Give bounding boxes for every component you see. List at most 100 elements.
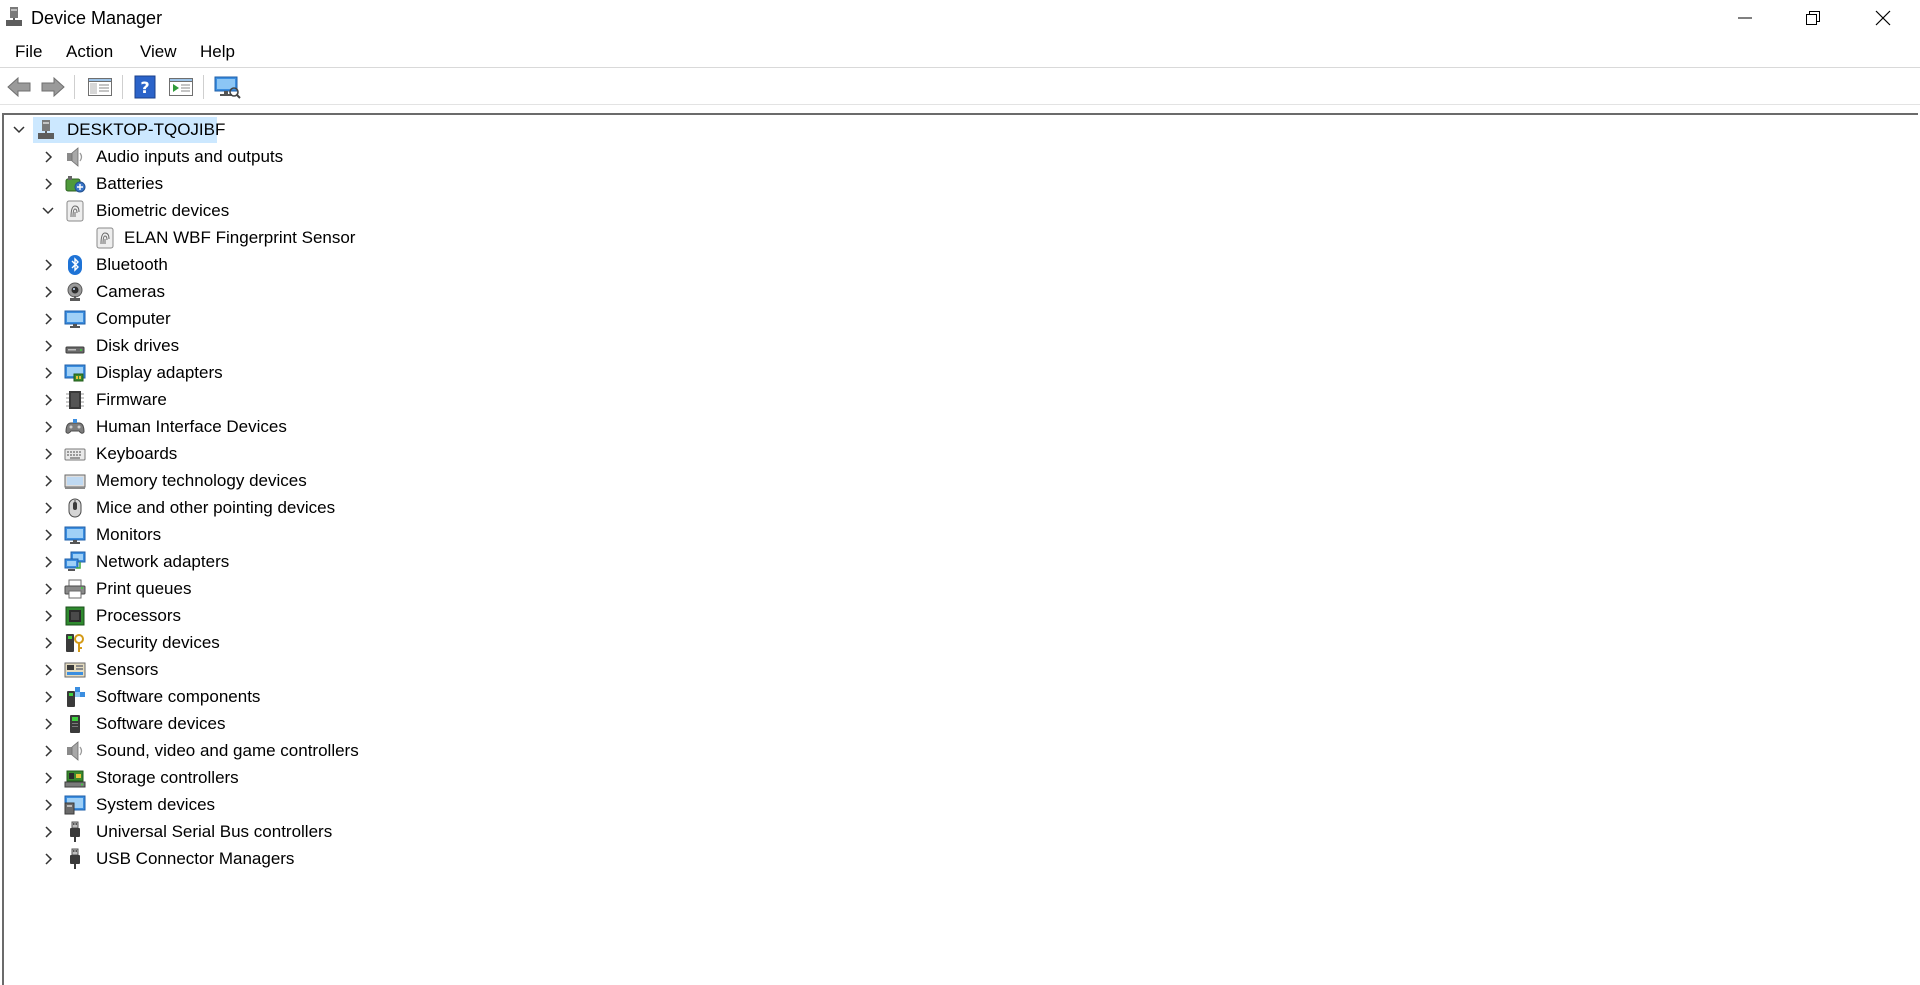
chevron-right-icon[interactable] <box>41 582 55 596</box>
menu-view[interactable]: View <box>138 42 179 62</box>
tree-item-label: Memory technology devices <box>96 471 307 490</box>
tree-item-mice-and-other-pointing-devices[interactable]: Mice and other pointing devices <box>0 495 420 521</box>
chevron-right-icon[interactable] <box>41 852 55 866</box>
tree-item-storage-controllers[interactable]: Storage controllers <box>0 765 420 791</box>
tree-item-monitors[interactable]: Monitors <box>0 522 420 548</box>
minimize-button[interactable] <box>1710 0 1780 36</box>
chevron-right-icon[interactable] <box>41 393 55 407</box>
chevron-right-icon[interactable] <box>41 339 55 353</box>
minimize-icon <box>1738 17 1752 19</box>
firmware-icon <box>66 391 84 409</box>
tree-item-firmware[interactable]: Firmware <box>0 387 420 413</box>
tree-device-elan-wbf-fingerprint-sensor[interactable]: ELAN WBF Fingerprint Sensor <box>0 225 420 251</box>
chevron-right-icon[interactable] <box>41 609 55 623</box>
menu-file[interactable]: File <box>13 42 44 62</box>
mouse-icon <box>68 498 82 518</box>
chevron-right-icon[interactable] <box>41 366 55 380</box>
forward-button[interactable] <box>39 74 67 100</box>
battery-icon <box>65 176 86 193</box>
chevron-right-icon[interactable] <box>41 771 55 785</box>
chevron-right-icon[interactable] <box>41 717 55 731</box>
tree-item-human-interface-devices[interactable]: Human Interface Devices <box>0 414 420 440</box>
tree-item-batteries[interactable]: Batteries <box>0 171 420 197</box>
restore-button[interactable] <box>1778 0 1848 36</box>
monitor-icon <box>64 526 86 544</box>
chevron-right-icon[interactable] <box>41 420 55 434</box>
chevron-right-icon[interactable] <box>41 501 55 515</box>
security-key-icon <box>66 634 84 652</box>
tree-item-label: Software components <box>96 687 261 706</box>
chevron-right-icon[interactable] <box>41 744 55 758</box>
tree-item-usb-connector-managers[interactable]: USB Connector Managers <box>0 846 420 872</box>
tree-item-print-queues[interactable]: Print queues <box>0 576 420 602</box>
storage-controller-icon <box>64 770 86 788</box>
tree-item-biometric-devices[interactable]: Biometric devices <box>0 198 420 224</box>
chevron-right-icon[interactable] <box>41 258 55 272</box>
usb-icon <box>70 821 80 842</box>
tree-item-label: Computer <box>96 309 171 328</box>
tree-item-label: USB Connector Managers <box>96 849 295 868</box>
tree-item-security-devices[interactable]: Security devices <box>0 630 420 656</box>
help-button[interactable]: ? <box>131 74 159 100</box>
scan-hardware-button[interactable] <box>213 74 241 100</box>
menu-bar: File Action View Help <box>0 36 1920 68</box>
tree-item-network-adapters[interactable]: Network adapters <box>0 549 420 575</box>
chevron-right-icon[interactable] <box>41 474 55 488</box>
tree-root-node[interactable]: DESKTOP-TQOJIBF <box>0 117 260 143</box>
tree-item-computer[interactable]: Computer <box>0 306 420 332</box>
bluetooth-icon <box>68 255 82 275</box>
chevron-down-icon[interactable] <box>41 204 55 218</box>
tree-item-bluetooth[interactable]: Bluetooth <box>0 252 420 278</box>
tree-item-universal-serial-bus-controllers[interactable]: Universal Serial Bus controllers <box>0 819 420 845</box>
tree-item-audio-inputs-and-outputs[interactable]: Audio inputs and outputs <box>0 144 420 170</box>
chevron-right-icon[interactable] <box>41 825 55 839</box>
tree-item-memory-technology-devices[interactable]: Memory technology devices <box>0 468 420 494</box>
speaker-icon <box>67 147 83 167</box>
memory-icon <box>64 474 86 489</box>
back-button[interactable] <box>5 74 33 100</box>
tree-item-software-devices[interactable]: Software devices <box>0 711 420 737</box>
menu-help[interactable]: Help <box>198 42 237 62</box>
properties-button[interactable] <box>167 74 195 100</box>
system-device-icon <box>64 795 86 815</box>
chevron-right-icon[interactable] <box>41 177 55 191</box>
tree-item-software-components[interactable]: Software components <box>0 684 420 710</box>
fingerprint-icon <box>66 200 84 222</box>
help-icon: ? <box>134 75 156 99</box>
tree-item-system-devices[interactable]: System devices <box>0 792 420 818</box>
network-adapter-icon <box>64 551 86 571</box>
tree-item-processors[interactable]: Processors <box>0 603 420 629</box>
tree-item-sensors[interactable]: Sensors <box>0 657 420 683</box>
chevron-right-icon[interactable] <box>41 636 55 650</box>
tree-item-display-adapters[interactable]: Display adapters <box>0 360 420 386</box>
chevron-down-icon[interactable] <box>12 123 26 137</box>
chevron-right-icon[interactable] <box>41 798 55 812</box>
tree-item-cameras[interactable]: Cameras <box>0 279 420 305</box>
computer-icon <box>64 310 86 328</box>
tree-item-label: Batteries <box>96 174 164 193</box>
chevron-right-icon[interactable] <box>41 528 55 542</box>
chevron-right-icon[interactable] <box>41 150 55 164</box>
chevron-right-icon[interactable] <box>41 555 55 569</box>
usb-icon <box>70 848 80 869</box>
tree-item-disk-drives[interactable]: Disk drives <box>0 333 420 359</box>
tree-item-keyboards[interactable]: Keyboards <box>0 441 420 467</box>
close-button[interactable] <box>1848 0 1918 36</box>
scan-hardware-icon <box>214 76 241 99</box>
tree-item-label: System devices <box>96 795 216 814</box>
tree-item-label: Monitors <box>96 525 162 544</box>
hid-icon <box>65 419 85 434</box>
chevron-right-icon[interactable] <box>41 663 55 677</box>
show-hide-console-tree-button[interactable] <box>86 74 114 100</box>
title-bar[interactable]: Device Manager <box>0 0 1920 36</box>
chevron-right-icon[interactable] <box>41 312 55 326</box>
tree-item-sound-video-and-game-controllers[interactable]: Sound, video and game controllers <box>0 738 420 764</box>
tree-item-label: Sensors <box>96 660 159 679</box>
chevron-right-icon[interactable] <box>41 690 55 704</box>
tree-item-label: Biometric devices <box>96 201 230 220</box>
menu-action[interactable]: Action <box>64 42 115 62</box>
tree-item-label: Network adapters <box>96 552 230 571</box>
properties-icon <box>169 78 193 96</box>
chevron-right-icon[interactable] <box>41 285 55 299</box>
chevron-right-icon[interactable] <box>41 447 55 461</box>
